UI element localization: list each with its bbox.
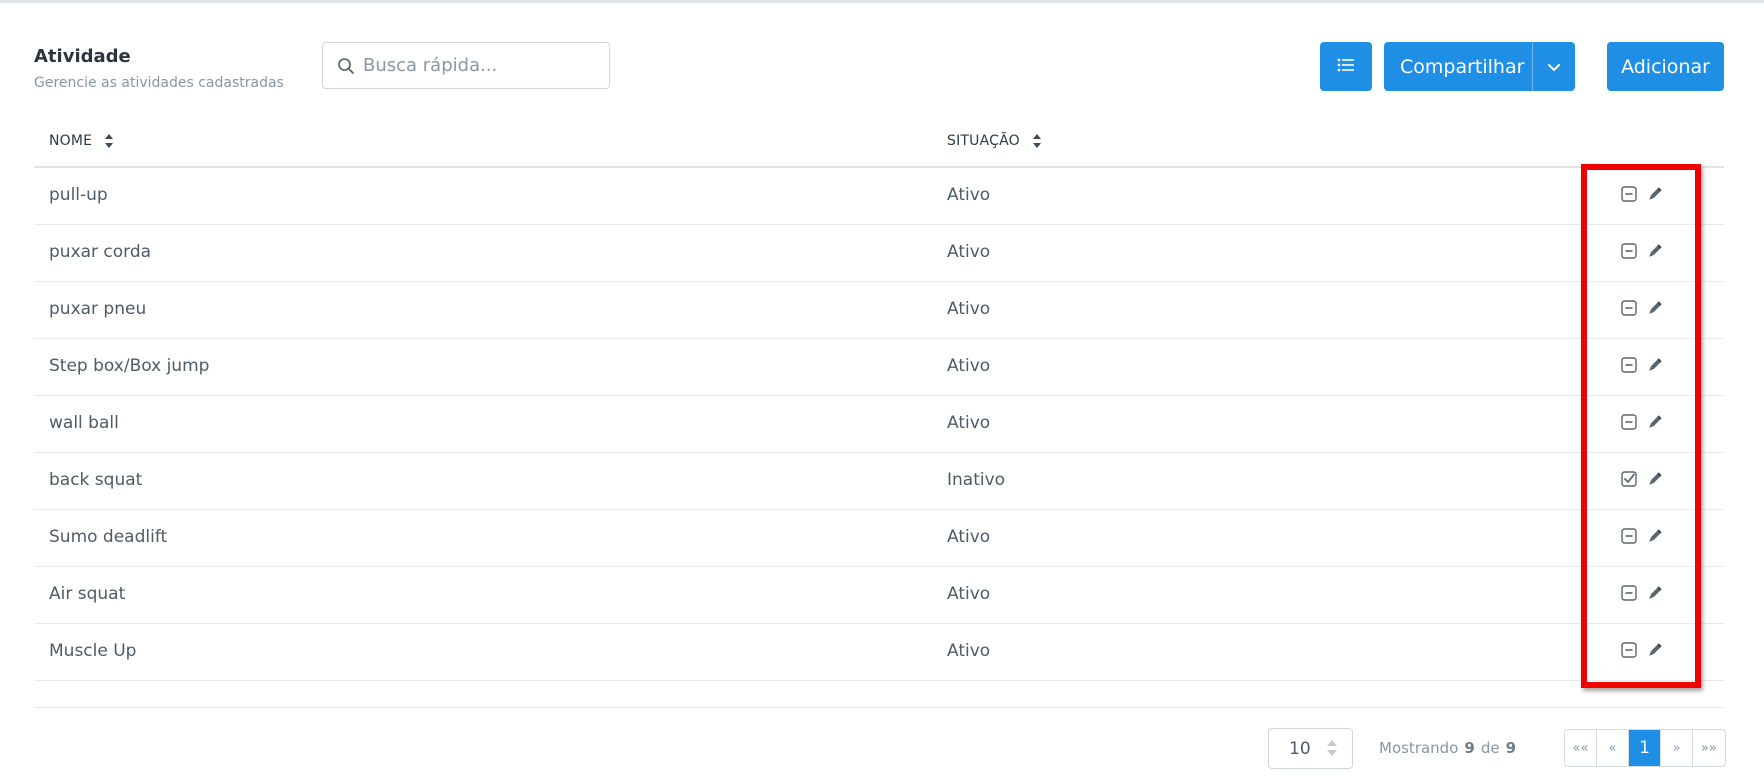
showing-count: 9: [1464, 739, 1475, 757]
list-view-button[interactable]: [1320, 42, 1372, 91]
cell-nome: back squat: [49, 470, 143, 490]
actions-highlight-box: [1581, 164, 1701, 688]
add-button[interactable]: Adicionar: [1607, 42, 1724, 91]
cell-situacao: Ativo: [947, 413, 991, 433]
page-current-button[interactable]: 1: [1629, 730, 1661, 766]
table-row: puxar corda Ativo: [34, 225, 1724, 282]
chevron-down-icon: [1547, 56, 1561, 78]
table-row: wall ball Ativo: [34, 396, 1724, 453]
page-size-value: 10: [1289, 738, 1311, 759]
table-row: Step box/Box jump Ativo: [34, 339, 1724, 396]
column-header-label: NOME: [49, 133, 93, 149]
table-footer-divider: [34, 707, 1724, 708]
table-row: Air squat Ativo: [34, 567, 1724, 624]
cell-nome: Muscle Up: [49, 641, 137, 661]
cell-situacao: Ativo: [947, 527, 991, 547]
sort-icon: [1032, 133, 1042, 149]
top-divider: [0, 0, 1764, 3]
cell-nome: puxar corda: [49, 242, 152, 262]
cell-situacao: Ativo: [947, 185, 991, 205]
cell-situacao: Ativo: [947, 584, 991, 604]
cell-situacao: Ativo: [947, 641, 991, 661]
cell-situacao: Ativo: [947, 242, 991, 262]
sort-icon: [104, 133, 114, 149]
table-header: NOME SITUAÇÃO: [34, 124, 1724, 168]
table-row: Muscle Up Ativo: [34, 624, 1724, 681]
spinner-arrows-icon: [1326, 739, 1338, 762]
cell-nome: wall ball: [49, 413, 119, 433]
showing-summary: Mostrando 9 de 9: [1379, 739, 1516, 757]
cell-nome: puxar pneu: [49, 299, 147, 319]
page-prev-button[interactable]: «: [1597, 730, 1629, 766]
column-header-nome[interactable]: NOME: [49, 133, 114, 149]
column-header-situacao[interactable]: SITUAÇÃO: [947, 133, 1042, 149]
page-subtitle: Gerencie as atividades cadastradas: [34, 75, 284, 91]
list-icon: [1337, 56, 1355, 78]
share-button-label: Compartilhar: [1400, 55, 1525, 78]
table-row: puxar pneu Ativo: [34, 282, 1724, 339]
page-title: Atividade: [34, 46, 131, 67]
cell-situacao: Ativo: [947, 356, 991, 376]
page-first-button[interactable]: ««: [1565, 730, 1597, 766]
page-last-button[interactable]: »»: [1693, 730, 1725, 766]
table-row: Sumo deadlift Ativo: [34, 510, 1724, 567]
column-header-label: SITUAÇÃO: [947, 133, 1020, 149]
cell-nome: Air squat: [49, 584, 126, 604]
cell-nome: Step box/Box jump: [49, 356, 210, 376]
search-icon: [337, 57, 355, 75]
showing-label: Mostrando: [1379, 739, 1459, 757]
of-label: de: [1480, 739, 1500, 757]
cell-nome: Sumo deadlift: [49, 527, 168, 547]
page-next-button[interactable]: »: [1661, 730, 1693, 766]
pagination: «« « 1 » »»: [1564, 729, 1726, 767]
page-size-select[interactable]: 10: [1268, 728, 1353, 769]
cell-nome: pull-up: [49, 185, 108, 205]
share-dropdown-toggle[interactable]: [1532, 42, 1575, 91]
total-count: 9: [1505, 739, 1517, 757]
search-input[interactable]: [363, 55, 603, 76]
table-row: back squat Inativo: [34, 453, 1724, 510]
share-button[interactable]: Compartilhar: [1384, 42, 1575, 91]
search-box[interactable]: [322, 42, 610, 89]
cell-situacao: Inativo: [947, 470, 1006, 490]
table-row: pull-up Ativo: [34, 168, 1724, 225]
cell-situacao: Ativo: [947, 299, 991, 319]
